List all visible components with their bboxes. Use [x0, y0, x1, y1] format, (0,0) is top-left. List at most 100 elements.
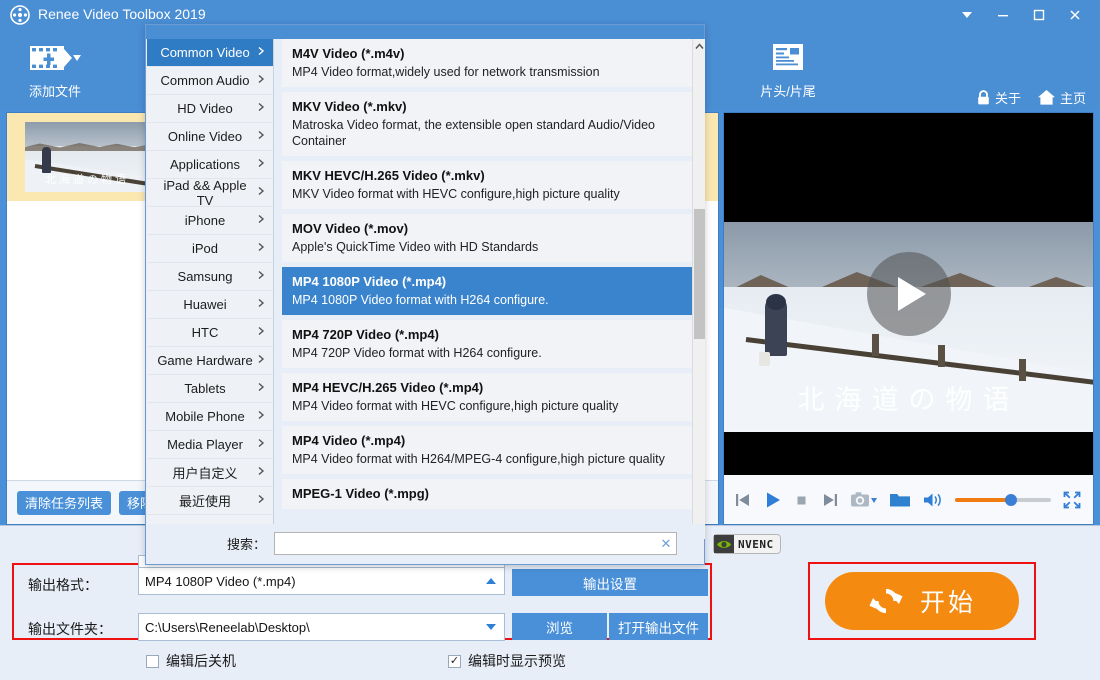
chevron-down-icon[interactable] [478, 614, 504, 640]
open-output-folder-button[interactable]: 打开输出文件 [609, 613, 708, 640]
video-person-bag [759, 351, 771, 366]
format-option-item[interactable]: MOV Video (*.mov) Apple's QuickTime Video… [282, 214, 692, 262]
volume-button[interactable] [922, 491, 944, 509]
format-option-item[interactable]: M4V Video (*.m4v) MP4 Video format,widely… [282, 39, 692, 87]
format-category-item[interactable]: Common Audio [147, 67, 273, 95]
menu-dropdown-button[interactable] [950, 1, 984, 29]
preview-while-editing-checkbox[interactable]: 编辑时显示预览 [448, 651, 566, 671]
open-folder-button[interactable] [889, 490, 911, 509]
thumb-person [42, 147, 52, 174]
close-icon[interactable]: ✕ [656, 536, 676, 552]
minimize-button[interactable] [986, 1, 1020, 29]
chevron-right-icon [257, 494, 265, 507]
chevron-up-icon[interactable] [478, 568, 504, 594]
nvidia-eye-icon [714, 535, 734, 553]
format-option-item[interactable]: MPEG-1 Video (*.mpg) [282, 479, 692, 509]
format-category-label: Online Video [167, 129, 243, 144]
format-category-item[interactable]: HD Video [147, 95, 273, 123]
search-box[interactable]: ✕ [274, 532, 677, 555]
output-folder-combobox[interactable]: C:\Users\Reneelab\Desktop\ [138, 613, 505, 641]
browse-button[interactable]: 浏览 [512, 613, 607, 640]
chevron-right-icon [257, 74, 265, 87]
about-button[interactable]: 关于 [976, 88, 1021, 107]
chevron-up-icon [695, 42, 704, 49]
stop-button[interactable] [794, 492, 810, 508]
format-list-scrollbar[interactable] [692, 39, 705, 539]
checkbox-box[interactable] [448, 654, 461, 668]
format-category-item[interactable]: Huawei [147, 291, 273, 319]
play-icon [898, 277, 926, 311]
output-format-combobox[interactable]: MP4 1080P Video (*.mp4) [138, 567, 505, 595]
format-category-item[interactable]: Mobile Phone [147, 403, 273, 431]
video-fence-post [871, 333, 879, 356]
fullscreen-button[interactable] [1062, 490, 1082, 510]
maximize-icon [1033, 9, 1045, 21]
format-option-item[interactable]: MKV HEVC/H.265 Video (*.mkv) MKV Video fo… [282, 161, 692, 209]
video-preview[interactable]: 北海道の物语 [724, 113, 1093, 475]
stop-icon [797, 496, 806, 504]
nvenc-badge: NVENC [713, 534, 781, 554]
play-button[interactable] [763, 490, 783, 510]
output-settings-button[interactable]: 输出设置 [512, 569, 708, 596]
format-option-title: MP4 Video (*.mp4) [292, 433, 406, 448]
file-thumbnail: 北海道の物语 [25, 122, 149, 192]
shutdown-after-edit-checkbox[interactable]: 编辑后关机 [146, 651, 236, 671]
output-folder-value: C:\Users\Reneelab\Desktop\ [145, 619, 310, 635]
format-category-item[interactable]: iPod [147, 235, 273, 263]
format-category-item[interactable]: Applications [147, 151, 273, 179]
preview-panel: 北海道の物语 [723, 112, 1094, 525]
chevron-right-icon [257, 242, 265, 255]
format-search-row: 搜索： ✕ [147, 524, 704, 563]
chevron-right-icon [257, 214, 265, 227]
preview-while-editing-label: 编辑时显示预览 [468, 653, 566, 669]
chevron-right-icon [257, 354, 265, 367]
format-category-item[interactable]: Common Video [147, 39, 273, 67]
format-category-item[interactable]: iPhone [147, 207, 273, 235]
snapshot-button[interactable] [850, 490, 878, 510]
format-category-item[interactable]: Tablets [147, 375, 273, 403]
format-option-item[interactable]: MKV Video (*.mkv) Matroska Video format, … [282, 92, 692, 156]
skip-next-icon [824, 493, 837, 506]
format-category-item[interactable]: Media Player [147, 431, 273, 459]
scrollbar-thumb[interactable] [694, 209, 705, 339]
film-reel-icon [10, 5, 30, 25]
chevron-right-icon [257, 410, 265, 423]
search-input[interactable] [275, 533, 656, 554]
intro-outro-button[interactable]: 片头/片尾 [733, 38, 843, 100]
play-icon [767, 492, 780, 507]
close-button[interactable] [1058, 1, 1092, 29]
clear-task-list-button[interactable]: 清除任务列表 [17, 490, 112, 515]
format-option-title: MKV Video (*.mkv) [292, 99, 407, 114]
format-option-description: MP4 720P Video format with H264 configur… [292, 346, 542, 360]
format-category-item[interactable]: Online Video [147, 123, 273, 151]
format-option-description: MKV Video format with HEVC configure,hig… [292, 187, 620, 201]
format-category-item[interactable]: 用户自定义 [147, 459, 273, 487]
format-category-item[interactable]: Samsung [147, 263, 273, 291]
previous-button[interactable] [734, 491, 752, 509]
maximize-button[interactable] [1022, 1, 1056, 29]
format-selector-popup: Common Video Common Audio HD Video Online V… [145, 24, 705, 565]
checkbox-box[interactable] [146, 654, 159, 668]
format-option-title: MPEG-1 Video (*.mpg) [292, 486, 429, 501]
format-category-item[interactable]: HTC [147, 319, 273, 347]
format-option-item[interactable]: MP4 Video (*.mp4) MP4 Video format with H… [282, 426, 692, 474]
add-file-button[interactable]: 添加文件 [0, 38, 110, 100]
format-option-description: MP4 Video format with H264/MPEG-4 config… [292, 452, 665, 466]
volume-slider-handle[interactable] [1004, 493, 1017, 506]
start-button[interactable]: 开始 [825, 572, 1019, 630]
intro-outro-label: 片头/片尾 [760, 84, 816, 99]
format-category-item[interactable]: iPad && Apple TV [147, 178, 273, 208]
format-option-item[interactable]: MP4 1080P Video (*.mp4) MP4 1080P Video f… [282, 267, 692, 315]
format-category-item[interactable]: 最近使用 [147, 487, 273, 515]
format-category-item[interactable]: Game Hardware [147, 347, 273, 375]
scroll-up-button[interactable] [693, 39, 706, 53]
format-option-item[interactable]: MP4 HEVC/H.265 Video (*.mp4) MP4 Video fo… [282, 373, 692, 421]
next-button[interactable] [821, 491, 839, 509]
home-button[interactable]: 主页 [1037, 88, 1086, 107]
format-category-label: Huawei [183, 297, 227, 312]
format-option-item[interactable]: MP4 720P Video (*.mp4) MP4 720P Video for… [282, 320, 692, 368]
start-button-label: 开始 [919, 589, 976, 617]
play-overlay-button[interactable] [866, 252, 951, 336]
chevron-right-icon [257, 382, 265, 395]
volume-slider[interactable] [955, 493, 1051, 506]
